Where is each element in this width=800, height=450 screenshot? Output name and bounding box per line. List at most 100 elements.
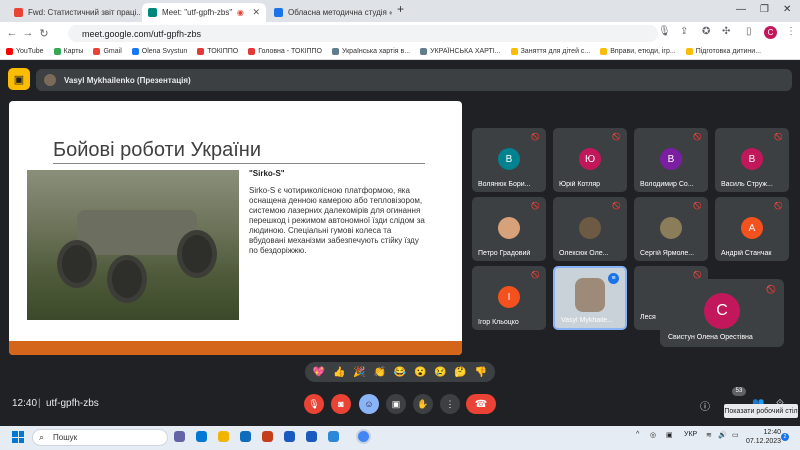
tab-studio[interactable]: Обласна методична студія «В... ✕ bbox=[268, 3, 392, 22]
store-icon[interactable] bbox=[240, 431, 251, 442]
wifi-icon[interactable]: ≋ bbox=[706, 431, 712, 439]
present-button[interactable]: ▣ bbox=[386, 394, 406, 414]
bookmark-item[interactable]: УКРАЇНСЬКА ХАРТІ... bbox=[420, 48, 501, 55]
minimize-button[interactable]: — bbox=[736, 4, 746, 15]
bookmark-item[interactable]: Заняття для дітей с... bbox=[510, 48, 590, 55]
reaction-clap[interactable]: 👏 bbox=[374, 367, 386, 378]
clock-date: 07.12.2023 bbox=[746, 438, 782, 445]
word-icon[interactable] bbox=[306, 431, 317, 442]
share-icon[interactable]: ⇪ bbox=[680, 26, 688, 37]
forward-icon[interactable]: → bbox=[20, 27, 36, 39]
avatar bbox=[498, 217, 520, 239]
mic-off-icon: 🚫 bbox=[612, 134, 621, 141]
chevron-up-icon[interactable]: ^ bbox=[636, 431, 639, 438]
avatar: В bbox=[660, 148, 682, 170]
teams-icon[interactable] bbox=[174, 431, 185, 442]
tab-meet[interactable]: Meet: "utf-gpfh-zbs" ◉ ✕ bbox=[142, 3, 266, 22]
bookmark-item[interactable]: Карты bbox=[53, 48, 83, 55]
camera-off-button[interactable]: ◙ bbox=[331, 394, 351, 414]
bookmark-item[interactable]: Olena Svystun bbox=[131, 48, 187, 55]
tab-gmail[interactable]: Fwd: Статистичний звіт праці... ✕ bbox=[8, 3, 140, 22]
app-icon[interactable] bbox=[328, 431, 339, 442]
site-icon bbox=[274, 8, 283, 17]
reload-icon[interactable]: ↻ bbox=[36, 27, 52, 40]
reaction-thumbs-down[interactable]: 👎 bbox=[475, 367, 487, 378]
participant-tile[interactable]: 🚫 Сергій Ярмоле... bbox=[634, 197, 708, 261]
back-icon[interactable]: ← bbox=[4, 27, 20, 39]
mic-off-icon: 🚫 bbox=[531, 203, 540, 210]
participant-tile[interactable]: 🚫 Олексюк Оле... bbox=[553, 197, 627, 261]
mic-off-icon: 🚫 bbox=[531, 134, 540, 141]
volume-icon[interactable]: 🔊 bbox=[718, 431, 727, 439]
file-explorer-icon[interactable] bbox=[218, 431, 229, 442]
slide-subtitle: "Sirko-S" bbox=[249, 169, 285, 178]
taskbar-search-input[interactable]: ⌕ Пошук bbox=[32, 429, 168, 446]
slide-title: Бойові роботи України bbox=[53, 139, 262, 161]
raise-hand-button[interactable]: ✋ bbox=[413, 394, 433, 414]
system-clock[interactable]: 12:40 07.12.2023 bbox=[746, 428, 781, 446]
slide-body: Sirko-S є чотириколісною платформою, яка… bbox=[249, 186, 425, 255]
bookmark-item[interactable]: Підготовка дитини... bbox=[685, 48, 761, 55]
reactions-button[interactable]: ☺ bbox=[359, 394, 379, 414]
wheel-shape bbox=[177, 230, 217, 278]
reaction-thumbs-up[interactable]: 👍 bbox=[333, 367, 345, 378]
reaction-laugh[interactable]: 😂 bbox=[394, 367, 406, 378]
participant-tile[interactable]: 🚫 Петро Градовий bbox=[472, 197, 546, 261]
featured-participant-tile[interactable]: 🚫 С Свистун Олена Орестівна bbox=[660, 279, 784, 347]
bookmark-item[interactable]: Gmail bbox=[93, 48, 122, 55]
participant-tile[interactable]: 🚫 В Володимир Со... bbox=[634, 128, 708, 192]
avatar: А bbox=[741, 217, 763, 239]
participant-tile-speaking[interactable]: ≡ Vasyl Mykhaile... bbox=[553, 266, 627, 330]
language-indicator[interactable]: УКР bbox=[684, 431, 697, 438]
meeting-time: 12:40 bbox=[12, 398, 38, 409]
close-window-button[interactable]: ✕ bbox=[783, 4, 791, 15]
close-icon[interactable]: ✕ bbox=[248, 7, 260, 18]
tray-icon[interactable]: ▣ bbox=[666, 431, 673, 439]
participant-name: Василь Струж... bbox=[721, 181, 773, 188]
participant-tile[interactable]: 🚫 В Волянюк Бори... bbox=[472, 128, 546, 192]
participant-name: Петро Градовий bbox=[478, 250, 531, 257]
participant-tile[interactable]: 🚫 В Василь Струж... bbox=[715, 128, 789, 192]
puzzle-icon[interactable]: ✣ bbox=[722, 26, 730, 37]
chrome-icon[interactable] bbox=[358, 431, 369, 442]
powerpoint-icon[interactable] bbox=[262, 431, 273, 442]
address-bar-row: ← → ↻ meet.google.com/utf-gpfh-zbs 🎙 ⇪ ✪… bbox=[0, 22, 800, 44]
presentation-icon[interactable]: ▣ bbox=[8, 68, 30, 90]
edge-icon[interactable] bbox=[196, 431, 207, 442]
reaction-sad[interactable]: 😢 bbox=[434, 367, 446, 378]
meet-icon bbox=[148, 8, 157, 17]
info-icon[interactable]: ⓘ bbox=[700, 398, 710, 413]
mic-off-button[interactable]: 🎙 bbox=[304, 394, 324, 414]
tray-icon[interactable]: ◎ bbox=[650, 431, 656, 439]
notification-badge[interactable]: 2 bbox=[781, 433, 789, 441]
battery-icon[interactable]: ▭ bbox=[732, 431, 739, 439]
leave-call-button[interactable]: ☎ bbox=[466, 394, 496, 414]
participant-tile[interactable]: 🚫 Ю Юрій Котляр bbox=[553, 128, 627, 192]
bookmark-item[interactable]: Вправи, етюди, ігр... bbox=[600, 48, 676, 55]
recording-icon: ◉ bbox=[236, 8, 244, 17]
reaction-thinking[interactable]: 🤔 bbox=[454, 367, 466, 378]
bookmark-item[interactable]: Головна - ТОКІППО bbox=[248, 48, 322, 55]
reaction-party[interactable]: 🎉 bbox=[353, 367, 365, 378]
mail-icon[interactable] bbox=[284, 431, 295, 442]
participant-name: Свистун Олена Орестівна bbox=[668, 334, 753, 341]
extension-icon[interactable]: ✪ bbox=[702, 26, 710, 37]
sidepanel-icon[interactable]: ▯ bbox=[746, 26, 752, 37]
bookmarks-bar: YouTube Карты Gmail Olena Svystun ТОКІПП… bbox=[0, 44, 800, 60]
url-field[interactable]: meet.google.com/utf-gpfh-zbs bbox=[68, 25, 658, 42]
start-icon[interactable] bbox=[12, 431, 24, 443]
participant-tile[interactable]: 🚫 А Андрій Станчак bbox=[715, 197, 789, 261]
avatar: В bbox=[498, 148, 520, 170]
mic-icon[interactable]: 🎙 bbox=[658, 26, 671, 37]
menu-icon[interactable]: ⋮ bbox=[786, 26, 796, 37]
maximize-button[interactable]: ❐ bbox=[760, 4, 769, 15]
bookmark-item[interactable]: YouTube bbox=[6, 48, 44, 55]
more-options-button[interactable]: ⋮ bbox=[440, 394, 460, 414]
reaction-surprised[interactable]: 😮 bbox=[414, 367, 426, 378]
bookmark-item[interactable]: Українська хартія в... bbox=[331, 48, 410, 55]
reaction-heart[interactable]: 💖 bbox=[313, 367, 325, 378]
profile-avatar[interactable]: C bbox=[764, 26, 777, 39]
participant-tile[interactable]: 🚫 І Ігор Кльоцко bbox=[472, 266, 546, 330]
new-tab-button[interactable]: + bbox=[397, 2, 404, 16]
bookmark-item[interactable]: ТОКІППО bbox=[197, 48, 238, 55]
